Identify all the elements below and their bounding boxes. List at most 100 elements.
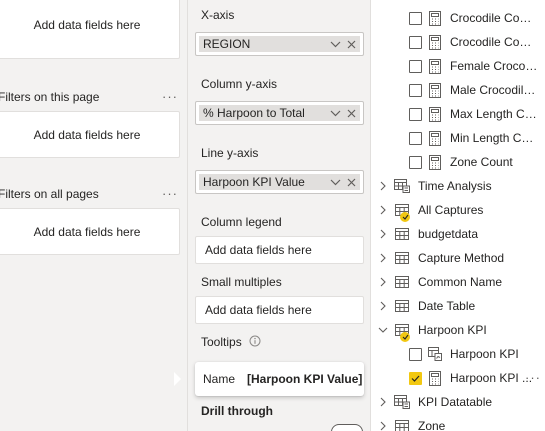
field-checkbox[interactable] (409, 347, 422, 361)
table-icon (392, 300, 412, 312)
field-row[interactable]: Crocodile Count ... (371, 31, 545, 53)
calculator-icon (427, 58, 443, 74)
chevron-down-icon[interactable] (328, 37, 342, 51)
table-label: budgetdata (418, 227, 479, 241)
field-row[interactable]: Crocodile Count ... (371, 7, 545, 29)
x-axis-label: X-axis (201, 8, 235, 22)
calculator-icon (427, 34, 443, 50)
remove-field-icon[interactable] (344, 37, 358, 51)
table-label: Zone (418, 419, 446, 431)
table-icon (392, 324, 412, 342)
table-row-harpoon-kpi[interactable]: Harpoon KPI (371, 319, 545, 342)
field-checkbox[interactable] (409, 59, 422, 73)
filters-on-all-pages-well[interactable]: Add data fields here (0, 208, 180, 255)
small-multiples-well[interactable]: Add data fields here (195, 296, 364, 324)
table-icon (392, 276, 412, 288)
table-label: All Captures (418, 203, 484, 217)
build-visual-pane: X-axis REGION Column y-axis % Harpoon to… (187, 0, 371, 431)
chevron-right-icon[interactable] (374, 253, 392, 263)
field-label: Crocodile Count ... (450, 35, 538, 49)
remove-field-icon[interactable] (344, 175, 358, 189)
calculator-icon (427, 10, 443, 26)
table-row-zone[interactable]: Zone (371, 415, 545, 431)
field-row[interactable]: Female Crocodil... (371, 55, 545, 77)
column-legend-well[interactable]: Add data fields here (195, 236, 364, 264)
tooltip-pointer (174, 372, 181, 386)
table-row-time-analysis[interactable]: Time Analysis (371, 175, 545, 197)
small-multiples-label: Small multiples (201, 275, 282, 289)
field-row[interactable]: Max Length Cap... (371, 103, 545, 125)
field-checkbox[interactable] (409, 155, 422, 169)
more-options-icon[interactable]: ··· (525, 370, 541, 385)
hierarchy-table-icon (392, 395, 412, 409)
table-label: Harpoon KPI (418, 323, 487, 337)
table-row-all-captures[interactable]: All Captures (371, 199, 545, 222)
line-y-axis-field-name: Harpoon KPI Value (203, 175, 305, 189)
chevron-right-icon[interactable] (374, 229, 392, 239)
table-label: Capture Method (418, 251, 505, 265)
table-icon (392, 420, 412, 431)
x-axis-field-well[interactable]: REGION (195, 32, 364, 56)
kpi-icon (427, 347, 443, 361)
field-checkbox[interactable] (409, 107, 422, 121)
field-checkbox[interactable] (409, 131, 422, 145)
info-icon[interactable] (249, 335, 261, 350)
field-row[interactable]: Harpoon KPI (371, 343, 545, 365)
chevron-right-icon[interactable] (374, 181, 392, 191)
table-label: Date Table (418, 299, 476, 313)
tooltip-name-key: Name (203, 372, 236, 386)
remove-field-icon[interactable] (344, 106, 358, 120)
calculator-icon (427, 130, 443, 146)
field-label: Harpoon KPI ... (450, 371, 533, 385)
table-row-kpi-datatable[interactable]: KPI Datatable (371, 391, 545, 413)
table-label: Common Name (418, 275, 503, 289)
filters-on-all-pages-header: Filters on all pages ··· (0, 186, 178, 201)
field-row[interactable]: Zone Count (371, 151, 545, 173)
field-label: Crocodile Count ... (450, 11, 538, 25)
field-label: Harpoon KPI (450, 347, 519, 361)
field-label: Max Length Cap... (450, 107, 538, 121)
table-row-date-table[interactable]: Date Table (371, 295, 545, 317)
field-row[interactable]: Male Crocodile ... (371, 79, 545, 101)
filters-on-page-header: Filters on this page ··· (0, 89, 178, 104)
field-checkbox[interactable] (409, 11, 422, 25)
chevron-right-icon[interactable] (374, 277, 392, 287)
calculator-icon (427, 154, 443, 170)
drill-through-label: Drill through (201, 404, 273, 418)
field-row[interactable]: Harpoon KPI ... ··· (371, 367, 545, 389)
line-y-axis-field-well[interactable]: Harpoon KPI Value (195, 170, 364, 194)
field-checkbox[interactable] (409, 83, 422, 97)
more-options-icon[interactable]: ··· (162, 89, 178, 104)
chevron-down-icon[interactable] (374, 327, 392, 333)
chevron-right-icon[interactable] (374, 301, 392, 311)
filters-on-page-well[interactable]: Add data fields here (0, 111, 180, 158)
drill-through-toggle[interactable] (331, 424, 363, 431)
column-y-axis-field-well[interactable]: % Harpoon to Total (195, 101, 364, 125)
calculator-icon (427, 370, 443, 386)
field-tooltip-card: Name [Harpoon KPI Value] (195, 362, 364, 396)
hierarchy-table-icon (392, 179, 412, 193)
data-fields-pane: Crocodile Count ... Crocodile Count ... … (371, 0, 545, 431)
more-options-icon[interactable]: ··· (162, 186, 178, 201)
column-y-axis-field-name: % Harpoon to Total (203, 106, 305, 120)
table-label: Time Analysis (418, 179, 492, 193)
table-row-budgetdata[interactable]: budgetdata (371, 223, 545, 245)
chevron-down-icon[interactable] (328, 106, 342, 120)
field-row[interactable]: Min Length Capt... (371, 127, 545, 149)
table-label: KPI Datatable (418, 395, 493, 409)
chevron-right-icon[interactable] (374, 421, 392, 431)
chevron-right-icon[interactable] (374, 205, 392, 215)
table-row-common-name[interactable]: Common Name (371, 271, 545, 293)
calculator-icon (427, 82, 443, 98)
field-checkbox[interactable] (409, 35, 422, 49)
chevron-right-icon[interactable] (374, 397, 392, 407)
tooltip-name-value: [Harpoon KPI Value] (247, 372, 363, 386)
table-icon (392, 204, 412, 222)
table-icon (392, 252, 412, 264)
table-row-capture-method[interactable]: Capture Method (371, 247, 545, 269)
chevron-down-icon[interactable] (328, 175, 342, 189)
tooltips-label: Tooltips (201, 335, 242, 349)
field-checkbox-checked[interactable] (409, 371, 422, 385)
filters-on-visual-well[interactable]: Add data fields here (0, 0, 180, 59)
filters-on-all-pages-label: Filters on all pages (0, 186, 99, 201)
